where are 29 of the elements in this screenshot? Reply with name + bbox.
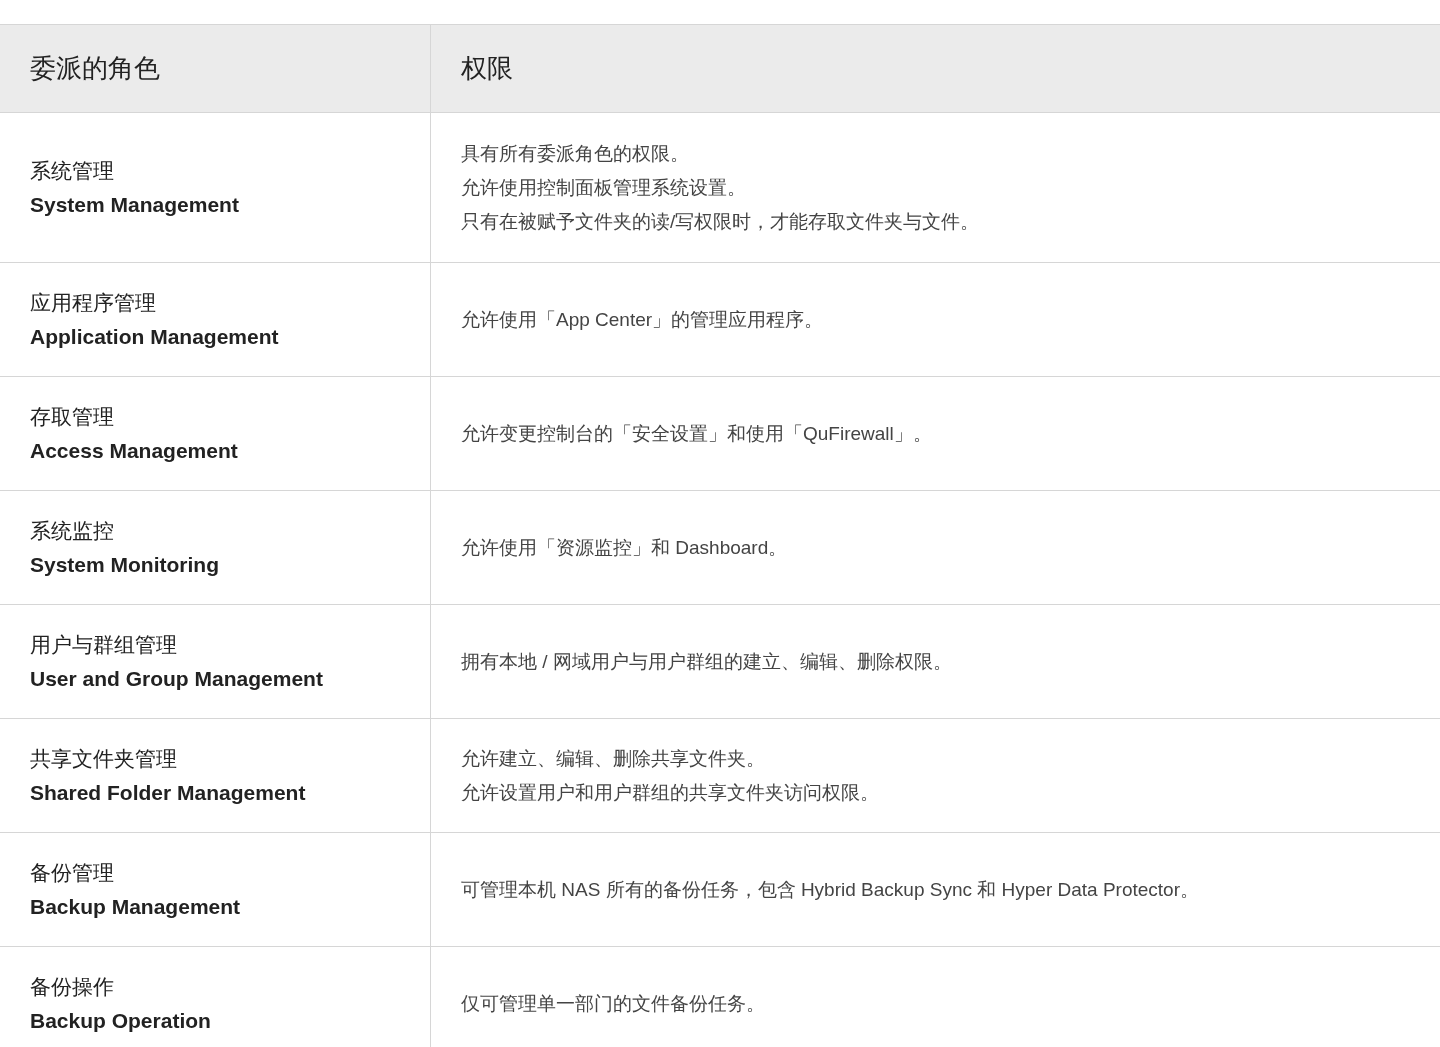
column-header: 权限 <box>461 52 513 85</box>
permission-text: 允许使用「App Center」的管理应用程序。 <box>461 307 825 332</box>
role-name-english: User and Group Management <box>30 665 324 692</box>
permission-text: 允许使用控制面板管理系统设置。 <box>461 175 747 200</box>
role-name-chinese: 备份管理 <box>30 859 115 886</box>
permission-text: 拥有本地 / 网域用户与用户群组的建立、编辑、删除权限。 <box>461 649 953 674</box>
role-name-chinese: 系统监控 <box>30 517 115 544</box>
permission-text: 只有在被赋予文件夹的读/写权限时，才能存取文件夹与文件。 <box>461 209 981 234</box>
role-name-english: System Monitoring <box>30 551 220 578</box>
role-name-chinese: 应用程序管理 <box>30 289 157 316</box>
role-name-english: System Management <box>30 191 240 218</box>
permission-text: 可管理本机 NAS 所有的备份任务，包含 Hybrid Backup Sync 和 Hyper Data Protector。 <box>461 877 1200 902</box>
role-name-english: Access Management <box>30 437 239 464</box>
role-name-english: Application Management <box>30 323 280 350</box>
permission-text: 允许变更控制台的「安全设置」和使用「QuFirewall」。 <box>461 421 933 446</box>
permission-text: 允许设置用户和用户群组的共享文件夹访问权限。 <box>461 780 880 805</box>
role-name-english: Backup Operation <box>30 1007 212 1034</box>
role-name-chinese: 备份操作 <box>30 973 115 1000</box>
permission-text: 具有所有委派角色的权限。 <box>461 141 690 166</box>
permission-text: 允许建立、编辑、删除共享文件夹。 <box>461 746 766 771</box>
role-name-chinese: 系统管理 <box>30 157 115 184</box>
role-name-chinese: 用户与群组管理 <box>30 631 178 658</box>
column-header: 委派的角色 <box>30 52 160 85</box>
role-name-english: Backup Management <box>30 893 242 920</box>
role-name-chinese: 存取管理 <box>30 403 115 430</box>
role-name-chinese: 共享文件夹管理 <box>30 745 178 772</box>
role-name-english: Shared Folder Management <box>30 779 307 806</box>
permission-text: 允许使用「资源监控」和 Dashboard。 <box>461 535 789 560</box>
permission-text: 仅可管理单一部门的文件备份任务。 <box>461 991 766 1016</box>
